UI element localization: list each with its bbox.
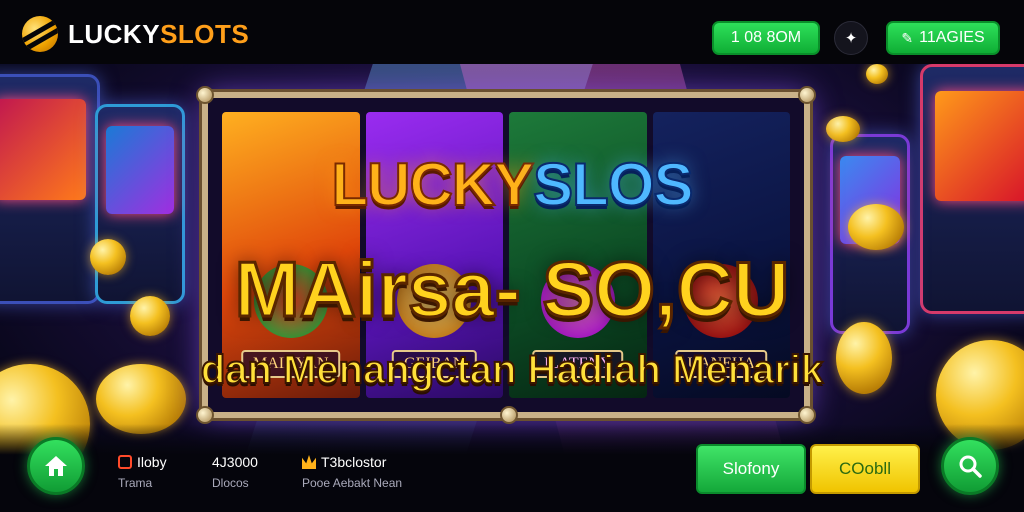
banner-title-part1: LUCKY — [330, 150, 535, 219]
banner-title-part2: SLOS — [532, 150, 694, 219]
stat-value: Iloby — [137, 454, 167, 470]
frame-bolt — [500, 406, 518, 424]
home-button[interactable] — [27, 437, 85, 495]
bonus-button[interactable]: ✎ 11AGIES — [886, 21, 1000, 55]
logo-text-main: LUCKY — [68, 18, 161, 49]
logo[interactable]: LUCKYSLOTS — [22, 16, 249, 52]
banner-title: LUCKYSLOS — [0, 150, 1024, 219]
logo-text: LUCKYSLOTS — [68, 19, 249, 50]
yellow-action-button[interactable]: COobll — [810, 444, 920, 494]
app-root: LUCKYSLOTS 1 08 8OM ✦ ✎ 11AGIES MAINYAN … — [0, 0, 1024, 512]
stat-value: T3bclostor — [321, 454, 387, 470]
crown-icon — [302, 455, 316, 469]
stat-value: 4J3000 — [212, 454, 258, 470]
stat-item[interactable]: T3bclostor Pooe Aebakt Nean — [302, 454, 402, 490]
home-icon — [45, 456, 67, 476]
ticket-icon: ✎ — [901, 29, 914, 46]
green-action-button[interactable]: Slofony — [696, 444, 806, 494]
bottom-bar: Iloby Trama 4J3000 Dlocos T3bclostor Poo… — [0, 424, 1024, 512]
top-bar: LUCKYSLOTS 1 08 8OM ✦ ✎ 11AGIES — [0, 0, 1024, 64]
stat-sub: Pooe Aebakt Nean — [302, 476, 403, 490]
banner-tagline: dan Menangctan Hadiah Menarik — [200, 347, 824, 393]
settings-icon[interactable]: ✦ — [834, 21, 868, 55]
bonus-label: 11AGIES — [919, 29, 985, 46]
search-icon — [959, 455, 982, 478]
frame-bolt — [196, 86, 214, 104]
balance-label: 1 08 8OM — [730, 29, 802, 46]
lobby-icon — [118, 455, 132, 469]
balance-button[interactable]: 1 08 8OM — [712, 21, 820, 55]
stat-item[interactable]: Iloby Trama — [118, 454, 167, 490]
logo-coin-icon — [22, 16, 58, 52]
gold-coin — [866, 64, 888, 84]
logo-text-accent: SLOTS — [160, 18, 250, 49]
frame-bolt — [798, 406, 816, 424]
gold-coin — [826, 116, 860, 142]
frame-bolt — [196, 406, 214, 424]
search-button[interactable] — [941, 437, 999, 495]
stat-sub: Trama — [118, 476, 153, 490]
frame-bolt — [798, 86, 816, 104]
stat-item[interactable]: 4J3000 Dlocos — [212, 454, 258, 490]
stat-sub: Dlocos — [212, 476, 249, 490]
banner-headline: MAirsa- SO,CU — [233, 244, 791, 335]
